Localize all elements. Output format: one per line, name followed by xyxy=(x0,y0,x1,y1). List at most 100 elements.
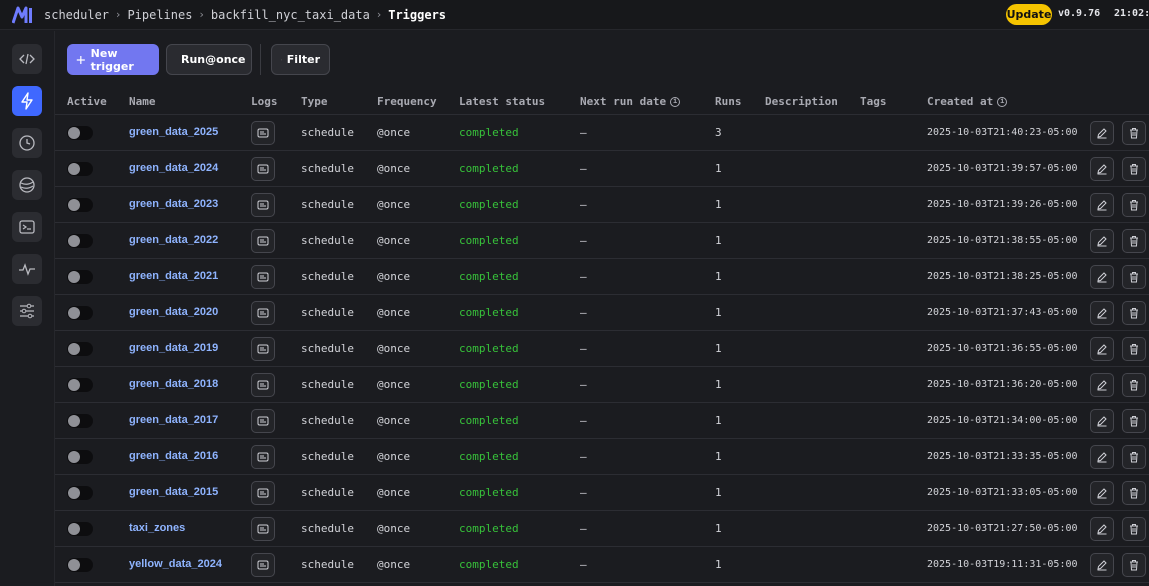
active-toggle[interactable] xyxy=(67,126,93,140)
delete-button[interactable] xyxy=(1122,157,1146,181)
column-frequency[interactable]: Frequency xyxy=(377,95,437,108)
edit-button[interactable] xyxy=(1090,337,1114,361)
edit-button[interactable] xyxy=(1090,553,1114,577)
table-row[interactable]: green_data_2020 schedule @once completed… xyxy=(55,295,1149,331)
trigger-name-link[interactable]: yellow_data_2024 xyxy=(129,558,222,570)
trigger-name-link[interactable]: green_data_2024 xyxy=(129,162,218,174)
update-button[interactable]: Update xyxy=(1006,4,1052,25)
sidebar-item-monitor[interactable] xyxy=(12,254,42,284)
logs-button[interactable] xyxy=(251,481,275,505)
logs-button[interactable] xyxy=(251,193,275,217)
delete-button[interactable] xyxy=(1122,229,1146,253)
column-latest-status[interactable]: Latest status xyxy=(459,95,545,108)
edit-button[interactable] xyxy=(1090,121,1114,145)
table-row[interactable]: green_data_2023 schedule @once completed… xyxy=(55,187,1149,223)
edit-button[interactable] xyxy=(1090,193,1114,217)
column-type[interactable]: Type xyxy=(301,95,328,108)
table-row[interactable]: taxi_zones schedule @once completed – 1 … xyxy=(55,511,1149,547)
table-row[interactable]: green_data_2024 schedule @once completed… xyxy=(55,151,1149,187)
column-tags[interactable]: Tags xyxy=(860,95,887,108)
mage-logo-icon[interactable] xyxy=(12,6,34,24)
edit-button[interactable] xyxy=(1090,409,1114,433)
active-toggle[interactable] xyxy=(67,198,93,212)
edit-button[interactable] xyxy=(1090,229,1114,253)
logs-button[interactable] xyxy=(251,517,275,541)
active-toggle[interactable] xyxy=(67,450,93,464)
edit-button[interactable] xyxy=(1090,445,1114,469)
sidebar-item-triggers[interactable] xyxy=(12,86,42,116)
delete-button[interactable] xyxy=(1122,265,1146,289)
edit-button[interactable] xyxy=(1090,301,1114,325)
delete-button[interactable] xyxy=(1122,121,1146,145)
edit-button[interactable] xyxy=(1090,265,1114,289)
table-row[interactable]: green_data_2016 schedule @once completed… xyxy=(55,439,1149,475)
breadcrumb-pipeline[interactable]: backfill_nyc_taxi_data xyxy=(211,8,370,22)
active-toggle[interactable] xyxy=(67,414,93,428)
filter-button[interactable]: Filter xyxy=(271,44,330,75)
logs-button[interactable] xyxy=(251,445,275,469)
delete-button[interactable] xyxy=(1122,481,1146,505)
trigger-name-link[interactable]: taxi_zones xyxy=(129,522,185,534)
table-row[interactable]: green_data_2015 schedule @once completed… xyxy=(55,475,1149,511)
edit-button[interactable] xyxy=(1090,481,1114,505)
active-toggle[interactable] xyxy=(67,522,93,536)
logs-button[interactable] xyxy=(251,337,275,361)
column-active[interactable]: Active xyxy=(67,95,107,108)
trigger-name-link[interactable]: green_data_2019 xyxy=(129,342,218,354)
table-row[interactable]: yellow_data_2024 schedule @once complete… xyxy=(55,547,1149,583)
active-toggle[interactable] xyxy=(67,558,93,572)
sidebar-item-backfills[interactable] xyxy=(12,170,42,200)
column-name[interactable]: Name xyxy=(129,95,156,108)
logs-button[interactable] xyxy=(251,121,275,145)
table-row[interactable]: green_data_2017 schedule @once completed… xyxy=(55,403,1149,439)
column-description[interactable]: Description xyxy=(765,95,838,108)
column-runs[interactable]: Runs xyxy=(715,95,742,108)
trigger-name-link[interactable]: green_data_2017 xyxy=(129,414,218,426)
info-icon[interactable]: i xyxy=(670,96,681,107)
active-toggle[interactable] xyxy=(67,270,93,284)
breadcrumb-pipelines[interactable]: Pipelines xyxy=(127,8,192,22)
table-row[interactable]: green_data_2022 schedule @once completed… xyxy=(55,223,1149,259)
column-created-at[interactable]: Created at i xyxy=(927,95,1008,108)
new-trigger-button[interactable]: New trigger xyxy=(67,44,159,75)
info-icon[interactable]: i xyxy=(997,96,1008,107)
table-row[interactable]: green_data_2019 schedule @once completed… xyxy=(55,331,1149,367)
run-once-button[interactable]: Run@once xyxy=(166,44,252,75)
delete-button[interactable] xyxy=(1122,373,1146,397)
table-row[interactable]: green_data_2021 schedule @once completed… xyxy=(55,259,1149,295)
logs-button[interactable] xyxy=(251,553,275,577)
logs-button[interactable] xyxy=(251,265,275,289)
delete-button[interactable] xyxy=(1122,337,1146,361)
delete-button[interactable] xyxy=(1122,301,1146,325)
trigger-name-link[interactable]: green_data_2023 xyxy=(129,198,218,210)
delete-button[interactable] xyxy=(1122,517,1146,541)
trigger-name-link[interactable]: green_data_2020 xyxy=(129,306,218,318)
trigger-name-link[interactable]: green_data_2016 xyxy=(129,450,218,462)
table-row[interactable]: green_data_2025 schedule @once completed… xyxy=(55,115,1149,151)
column-next-run-date[interactable]: Next run date i xyxy=(580,95,681,108)
sidebar-item-runs[interactable] xyxy=(12,128,42,158)
sidebar-item-logs[interactable] xyxy=(12,212,42,242)
edit-button[interactable] xyxy=(1090,373,1114,397)
logs-button[interactable] xyxy=(251,409,275,433)
logs-button[interactable] xyxy=(251,373,275,397)
delete-button[interactable] xyxy=(1122,193,1146,217)
active-toggle[interactable] xyxy=(67,162,93,176)
active-toggle[interactable] xyxy=(67,486,93,500)
breadcrumb-scheduler[interactable]: scheduler xyxy=(44,8,109,22)
edit-button[interactable] xyxy=(1090,157,1114,181)
trigger-name-link[interactable]: green_data_2015 xyxy=(129,486,218,498)
edit-button[interactable] xyxy=(1090,517,1114,541)
sidebar-item-settings[interactable] xyxy=(12,296,42,326)
logs-button[interactable] xyxy=(251,301,275,325)
active-toggle[interactable] xyxy=(67,378,93,392)
active-toggle[interactable] xyxy=(67,342,93,356)
active-toggle[interactable] xyxy=(67,306,93,320)
delete-button[interactable] xyxy=(1122,553,1146,577)
sidebar-item-edit[interactable] xyxy=(12,44,42,74)
logs-button[interactable] xyxy=(251,229,275,253)
trigger-name-link[interactable]: green_data_2025 xyxy=(129,126,218,138)
table-row[interactable]: green_data_2018 schedule @once completed… xyxy=(55,367,1149,403)
trigger-name-link[interactable]: green_data_2022 xyxy=(129,234,218,246)
delete-button[interactable] xyxy=(1122,445,1146,469)
